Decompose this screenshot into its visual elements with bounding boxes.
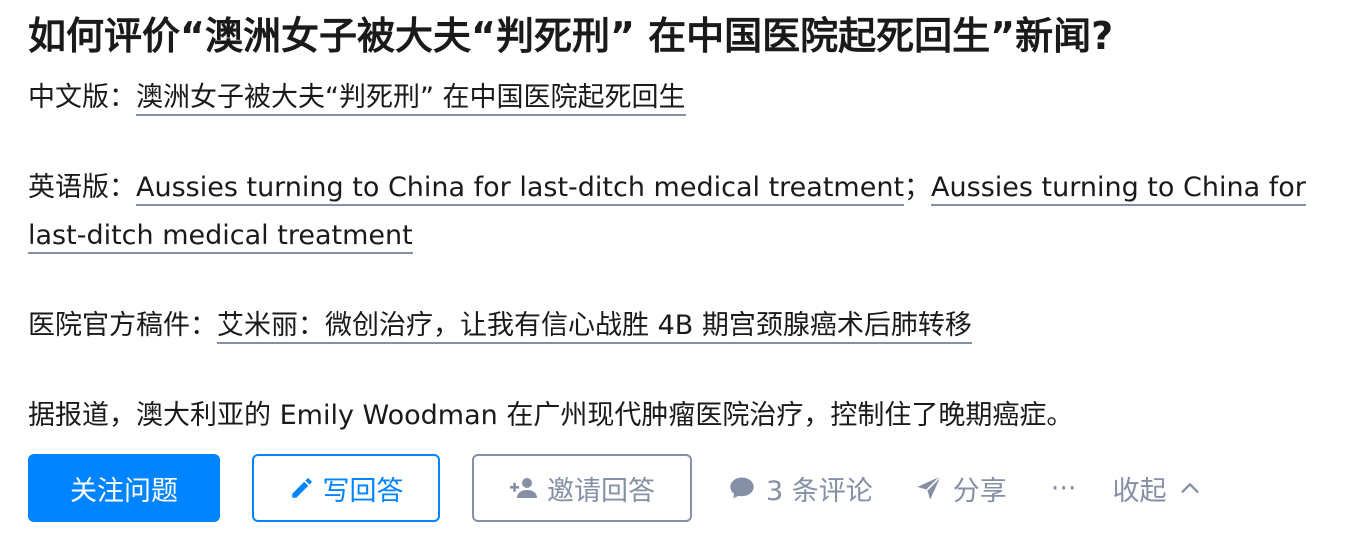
english-version-label: 英语版： bbox=[28, 172, 136, 203]
chinese-version-label: 中文版： bbox=[28, 82, 136, 113]
detail-english-version: 英语版：Aussies turning to China for last-di… bbox=[28, 164, 1338, 260]
follow-question-button[interactable]: 关注问题 bbox=[28, 454, 220, 522]
detail-summary: 据报道，澳大利亚的 Emily Woodman 在广州现代肿瘤医院治疗，控制住了… bbox=[28, 400, 1074, 431]
pencil-icon bbox=[291, 478, 312, 498]
write-answer-button[interactable]: 写回答 bbox=[252, 454, 440, 522]
invite-answer-button[interactable]: 邀请回答 bbox=[472, 454, 692, 522]
follow-question-label: 关注问题 bbox=[70, 475, 178, 507]
official-release-link[interactable]: 艾米丽：微创治疗，让我有信心战胜 4B 期宫颈腺癌术后肺转移 bbox=[217, 310, 972, 344]
english-version-link-1[interactable]: Aussies turning to China for last-ditch … bbox=[136, 172, 905, 206]
comment-bubble-icon bbox=[730, 477, 754, 499]
comments-label: 3 条评论 bbox=[766, 475, 873, 507]
add-user-icon bbox=[510, 478, 537, 498]
share-button[interactable]: 分享 bbox=[915, 454, 1007, 522]
invite-answer-label: 邀请回答 bbox=[547, 475, 655, 507]
chinese-version-link[interactable]: 澳洲女子被大夫“判死刑” 在中国医院起死回生 bbox=[136, 82, 686, 116]
question-title: 如何评价“澳洲女子被大夫“判死刑” 在中国医院起死回生”新闻? bbox=[28, 14, 1114, 58]
comments-button[interactable]: 3 条评论 bbox=[728, 454, 873, 522]
more-options-button[interactable]: ··· bbox=[1051, 454, 1077, 522]
paper-plane-icon bbox=[917, 475, 942, 500]
chevron-up-icon bbox=[1180, 483, 1199, 493]
english-version-separator: ； bbox=[904, 172, 932, 203]
official-release-label: 医院官方稿件： bbox=[28, 310, 217, 341]
share-label: 分享 bbox=[952, 475, 1007, 507]
more-options-label: ··· bbox=[1050, 472, 1077, 504]
collapse-button[interactable]: 收起 bbox=[1113, 454, 1201, 522]
question-actions: 关注问题 写回答 邀请回答 3 条评论 分享 ··· 收起 bbox=[28, 454, 1201, 522]
detail-chinese-version: 中文版：澳洲女子被大夫“判死刑” 在中国医院起死回生 bbox=[28, 74, 1338, 122]
detail-official-release: 医院官方稿件：艾米丽：微创治疗，让我有信心战胜 4B 期宫颈腺癌术后肺转移 bbox=[28, 302, 1338, 350]
write-answer-label: 写回答 bbox=[322, 475, 404, 507]
collapse-label: 收起 bbox=[1112, 475, 1167, 507]
